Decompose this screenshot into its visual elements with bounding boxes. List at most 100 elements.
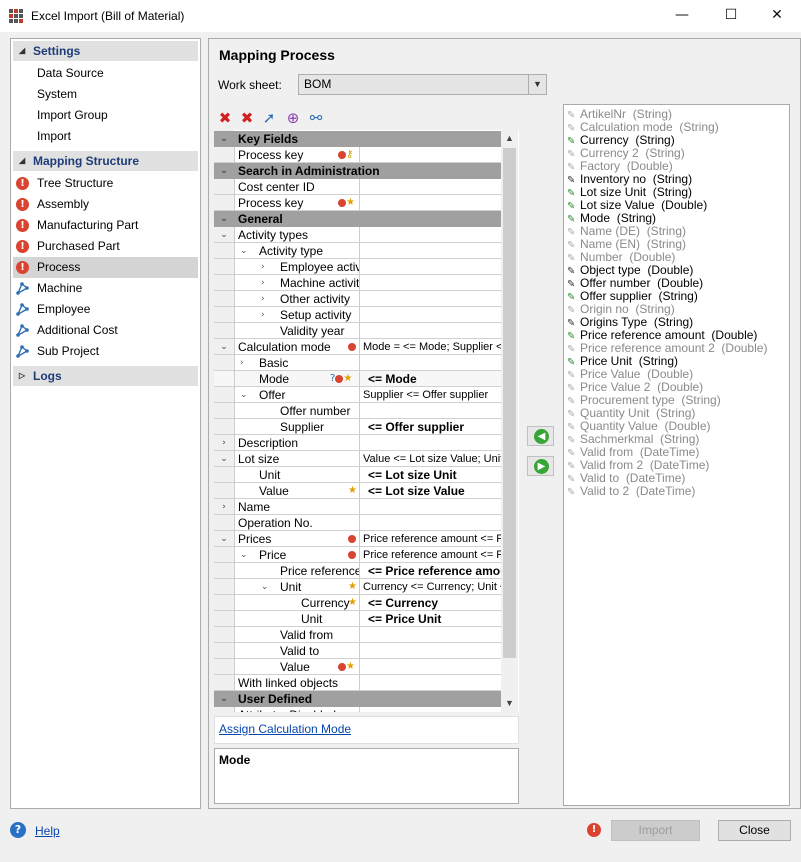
- grid-scrollbar[interactable]: ▲ ▼: [501, 130, 518, 712]
- grid-row-mapping-value[interactable]: [359, 515, 501, 531]
- grid-row[interactable]: › Basic: [214, 355, 501, 371]
- sidebar-item-import[interactable]: Import: [13, 126, 198, 147]
- grid-row-mapping-value[interactable]: [359, 355, 501, 371]
- help-icon[interactable]: ?: [10, 822, 26, 838]
- grid-row[interactable]: › Employee activ: [214, 259, 501, 275]
- grid-row-mapping-value[interactable]: [359, 259, 501, 275]
- attribute-item[interactable]: ✎ Valid to 2 (DateTime): [566, 485, 695, 499]
- grid-row[interactable]: ⌄ Activity type: [214, 243, 501, 259]
- grid-section-header[interactable]: ⌄ Search in Administration: [214, 163, 501, 179]
- minimize-button[interactable]: —: [659, 0, 705, 30]
- logs-group-header[interactable]: ▷ Logs: [13, 366, 198, 386]
- expand-chevron-icon[interactable]: ›: [214, 499, 234, 515]
- grid-row-mapping-value[interactable]: Price reference amount <= Pri: [359, 547, 501, 563]
- grid-row[interactable]: › Description: [214, 435, 501, 451]
- grid-row-mapping-value[interactable]: [359, 323, 501, 339]
- grid-row[interactable]: Validity year: [214, 323, 501, 339]
- delete-all-icon[interactable]: ✖: [238, 109, 256, 127]
- grid-row-mapping-value[interactable]: <= Mode: [359, 371, 501, 387]
- grid-row[interactable]: Value ★ <= Lot size Value: [214, 483, 501, 499]
- grid-row-mapping-value[interactable]: <= Lot size Unit: [359, 467, 501, 483]
- grid-section-header[interactable]: ⌄ General: [214, 211, 501, 227]
- help-link[interactable]: Help: [35, 824, 60, 838]
- grid-row-mapping-value[interactable]: [359, 307, 501, 323]
- grid-section-header[interactable]: ⌄ User Defined: [214, 691, 501, 707]
- scroll-up-icon[interactable]: ▲: [501, 130, 518, 147]
- grid-row[interactable]: Attribute_Disabled: [214, 707, 501, 712]
- grid-row-mapping-value[interactable]: Supplier <= Offer supplier: [359, 387, 501, 403]
- collapse-chevron-icon[interactable]: ⌄: [214, 691, 234, 707]
- sidebar-item-employee[interactable]: Employee: [13, 299, 198, 320]
- collapse-chevron-icon[interactable]: ⌄: [214, 451, 234, 467]
- grid-row[interactable]: Unit <= Lot size Unit: [214, 467, 501, 483]
- grid-row[interactable]: With linked objects: [214, 675, 501, 691]
- scroll-thumb[interactable]: [503, 148, 516, 658]
- auto-map-icon[interactable]: ➚: [260, 109, 278, 127]
- grid-row[interactable]: ⌄ Activity types: [214, 227, 501, 243]
- grid-row[interactable]: › Name: [214, 499, 501, 515]
- grid-row-mapping-value[interactable]: [359, 435, 501, 451]
- grid-row[interactable]: Unit <= Price Unit: [214, 611, 501, 627]
- sidebar-item-manufacturing-part[interactable]: ! Manufacturing Part: [13, 215, 198, 236]
- grid-row[interactable]: Value ★: [214, 659, 501, 675]
- collapse-chevron-icon[interactable]: ⌄: [214, 131, 234, 147]
- sidebar-item-tree-structure[interactable]: ! Tree Structure: [13, 173, 198, 194]
- add-attribute-icon[interactable]: ⊕: [284, 109, 302, 127]
- grid-row-mapping-value[interactable]: [359, 643, 501, 659]
- link-icon[interactable]: ⚯: [307, 109, 325, 127]
- grid-row[interactable]: Cost center ID: [214, 179, 501, 195]
- delete-icon[interactable]: ✖: [216, 109, 234, 127]
- collapse-chevron-icon[interactable]: ⌄: [214, 227, 234, 243]
- grid-row-mapping-value[interactable]: [359, 659, 501, 675]
- sidebar-item-process[interactable]: ! Process: [13, 257, 198, 278]
- sidebar-item-system[interactable]: System: [13, 84, 198, 105]
- close-window-button[interactable]: ✕: [754, 0, 800, 30]
- grid-row-mapping-value[interactable]: [359, 243, 501, 259]
- grid-row[interactable]: ⌄ Prices Price reference amount <= Pric: [214, 531, 501, 547]
- grid-row[interactable]: Mode? ★ <= Mode: [214, 371, 501, 387]
- grid-row[interactable]: Process key ★: [214, 195, 501, 211]
- grid-row-mapping-value[interactable]: <= Currency: [359, 595, 501, 611]
- collapse-chevron-icon[interactable]: ⌄: [214, 211, 234, 227]
- grid-row-mapping-value[interactable]: <= Lot size Value: [359, 483, 501, 499]
- grid-row-mapping-value[interactable]: [359, 403, 501, 419]
- grid-row-mapping-value[interactable]: [359, 227, 501, 243]
- grid-row[interactable]: ⌄ Calculation mode Mode = <= Mode; Supplie…: [214, 339, 501, 355]
- grid-row[interactable]: ⌄ Offer Supplier <= Offer supplier: [214, 387, 501, 403]
- sidebar-item-machine[interactable]: Machine: [13, 278, 198, 299]
- grid-row-mapping-value[interactable]: Value <= Lot size Value; Unit: [359, 451, 501, 467]
- sidebar-item-additional-cost[interactable]: Additional Cost: [13, 320, 198, 341]
- worksheet-select[interactable]: BOM ▼: [298, 74, 547, 95]
- grid-row[interactable]: ⌄ Price Price reference amount <= Pri: [214, 547, 501, 563]
- collapse-chevron-icon[interactable]: ⌄: [214, 163, 234, 179]
- sidebar-item-sub-project[interactable]: Sub Project: [13, 341, 198, 362]
- grid-row[interactable]: › Other activity: [214, 291, 501, 307]
- assign-calculation-mode-link[interactable]: Assign Calculation Mode: [219, 722, 351, 736]
- collapse-chevron-icon[interactable]: ⌄: [214, 339, 234, 355]
- maximize-button[interactable]: ☐: [708, 0, 754, 30]
- mapping-structure-group-header[interactable]: ◢ Mapping Structure: [13, 151, 198, 171]
- sidebar-item-data-source[interactable]: Data Source: [13, 63, 198, 84]
- grid-row-mapping-value[interactable]: [359, 179, 501, 195]
- grid-row[interactable]: Valid to: [214, 643, 501, 659]
- grid-row-mapping-value[interactable]: <= Price Unit: [359, 611, 501, 627]
- grid-row[interactable]: Price reference <= Price reference amou: [214, 563, 501, 579]
- grid-row[interactable]: Offer number: [214, 403, 501, 419]
- close-button[interactable]: Close: [718, 820, 791, 841]
- grid-row[interactable]: Supplier <= Offer supplier: [214, 419, 501, 435]
- grid-row[interactable]: › Machine activity: [214, 275, 501, 291]
- sidebar-item-assembly[interactable]: ! Assembly: [13, 194, 198, 215]
- grid-row[interactable]: Currency ★ <= Currency: [214, 595, 501, 611]
- map-right-button[interactable]: ▶: [527, 456, 554, 476]
- chevron-down-icon[interactable]: ▼: [528, 75, 546, 94]
- map-left-button[interactable]: ◀: [527, 426, 554, 446]
- grid-section-header[interactable]: ⌄ Key Fields: [214, 131, 501, 147]
- grid-row[interactable]: ⌄ Unit ★ Currency <= Currency; Unit <=: [214, 579, 501, 595]
- grid-row[interactable]: Process key ⚷: [214, 147, 501, 163]
- grid-row-mapping-value[interactable]: <= Price reference amou: [359, 563, 501, 579]
- grid-row-mapping-value[interactable]: [359, 675, 501, 691]
- grid-row[interactable]: › Setup activity: [214, 307, 501, 323]
- grid-row-mapping-value[interactable]: [359, 627, 501, 643]
- grid-row-mapping-value[interactable]: [359, 147, 501, 163]
- grid-row-mapping-value[interactable]: [359, 291, 501, 307]
